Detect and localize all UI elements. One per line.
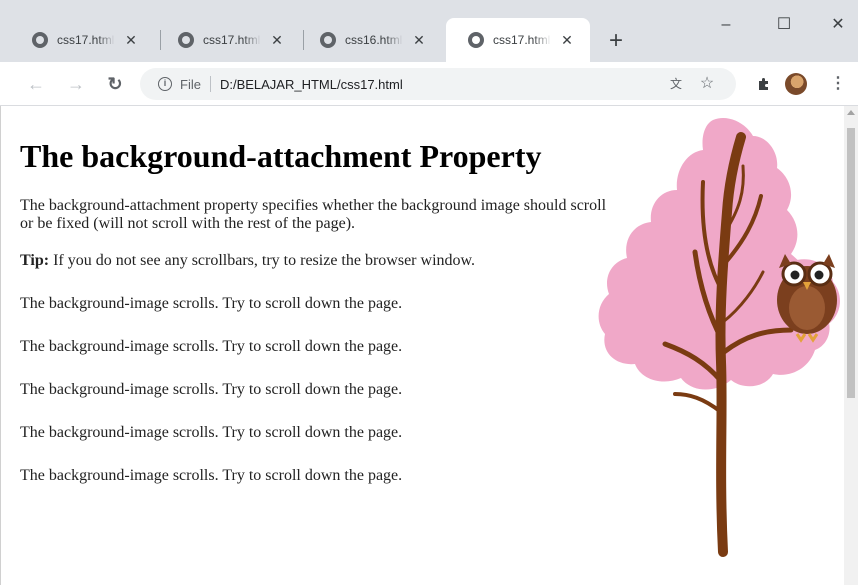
minimize-button[interactable]: – <box>706 10 746 40</box>
scroll-line: The background-image scrolls. Try to scr… <box>20 338 403 355</box>
tab-1[interactable]: css17.html ✕ <box>156 18 302 62</box>
tab-title: css17.html <box>493 33 551 47</box>
scroll-line: The background-image scrolls. Try to scr… <box>20 381 403 398</box>
back-button[interactable]: ← <box>22 70 50 98</box>
tab-2[interactable]: css16.html ✕ <box>298 18 446 62</box>
translate-icon[interactable]: 文 <box>668 76 684 92</box>
tab-title: css17.html <box>203 33 261 47</box>
tab-close-button[interactable]: ✕ <box>559 32 575 48</box>
scroll-line: The background-image scrolls. Try to scr… <box>20 295 403 312</box>
page-viewport: The background-attachment Property The b… <box>0 106 844 585</box>
star-icon[interactable]: ☆ <box>698 74 716 94</box>
globe-icon <box>468 32 484 48</box>
address-bar[interactable]: i File D:/BELAJAR_HTML/css17.html 文 ☆ <box>140 68 736 100</box>
scrollbar-thumb[interactable] <box>847 128 855 398</box>
kebab-menu-icon[interactable]: ⋮ <box>826 70 850 98</box>
globe-icon <box>178 32 194 48</box>
forward-button[interactable]: → <box>62 70 90 98</box>
page-heading: The background-attachment Property <box>20 138 542 174</box>
tab-title: css16.html <box>345 33 403 47</box>
description-paragraph: The background-attachment property speci… <box>20 197 607 232</box>
tip-paragraph: Tip: If you do not see any scrollbars, t… <box>20 252 610 270</box>
tab-close-button[interactable]: ✕ <box>123 32 139 48</box>
browser-toolbar: ← → ↻ i File D:/BELAJAR_HTML/css17.html … <box>0 62 858 106</box>
globe-icon <box>320 32 336 48</box>
reload-button[interactable]: ↻ <box>101 70 129 98</box>
tree-owl-background-image <box>598 117 840 557</box>
tab-close-button[interactable]: ✕ <box>411 32 427 48</box>
tip-label: Tip: <box>20 252 50 269</box>
tip-text: If you do not see any scrollbars, try to… <box>49 252 476 269</box>
tab-strip: css17.html ✕ css17.html ✕ css16.html ✕ c… <box>0 0 858 62</box>
page-content: The background-attachment Property The b… <box>20 106 610 485</box>
maximize-button[interactable]: ☐ <box>764 10 804 40</box>
address-url[interactable]: D:/BELAJAR_HTML/css17.html <box>220 77 403 92</box>
tab-title: css17.html <box>57 33 115 47</box>
tab-close-button[interactable]: ✕ <box>269 32 285 48</box>
new-tab-button[interactable]: + <box>602 28 630 56</box>
address-scheme-label: File <box>180 76 201 92</box>
info-icon[interactable]: i <box>158 77 172 91</box>
close-window-button[interactable]: ✕ <box>818 10 858 40</box>
tab-0[interactable]: css17.html ✕ <box>10 18 160 62</box>
globe-icon <box>32 32 48 48</box>
scroll-line: The background-image scrolls. Try to scr… <box>20 424 403 441</box>
tab-3-active[interactable]: css17.html ✕ <box>446 18 590 62</box>
scroll-line: The background-image scrolls. Try to scr… <box>20 467 403 484</box>
avatar[interactable] <box>785 73 807 95</box>
vertical-scrollbar[interactable] <box>844 106 858 585</box>
scroll-up-arrow-icon[interactable] <box>847 110 855 115</box>
puzzle-icon[interactable] <box>750 70 778 98</box>
address-separator <box>209 76 211 92</box>
